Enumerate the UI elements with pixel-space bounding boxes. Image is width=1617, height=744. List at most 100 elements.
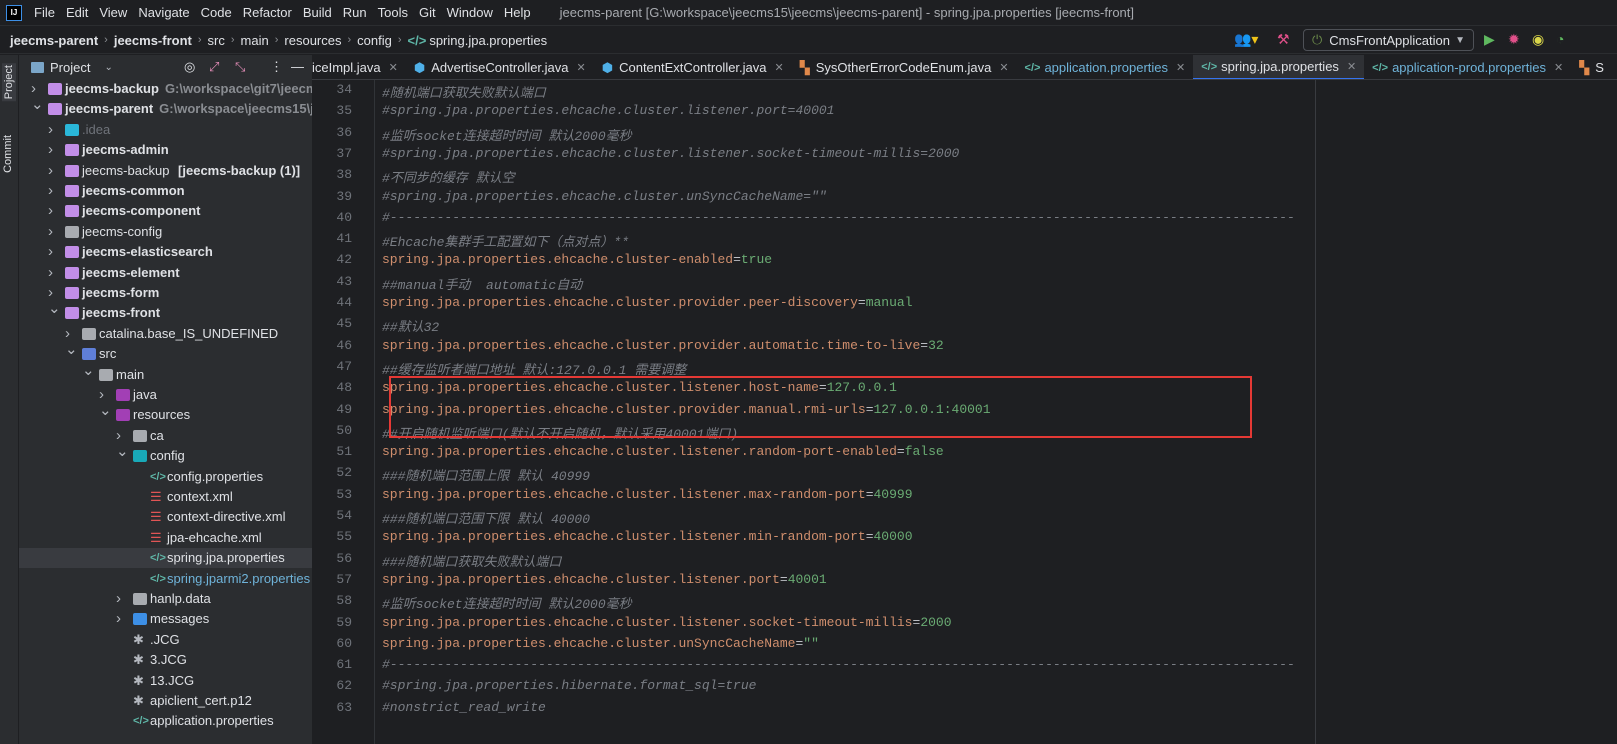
tree-item[interactable]: › java — [19, 385, 312, 405]
menu-item-build[interactable]: Build — [303, 5, 332, 20]
tree-item[interactable]: ⌄ jeecms-front — [19, 300, 312, 323]
locate-icon[interactable]: ◎ — [184, 59, 195, 75]
chevron-right-icon[interactable]: › — [48, 161, 53, 181]
menu-item-edit[interactable]: Edit — [66, 5, 88, 20]
code-line[interactable]: spring.jpa.properties.ehcache.cluster.li… — [382, 487, 913, 502]
code-line[interactable]: ###随机端口范围下限 默认 40000 — [382, 508, 590, 527]
expand-all-icon[interactable]: ⤢ — [209, 59, 219, 75]
tab-application-prod-properties[interactable]: </> application-prod.properties ✕ — [1364, 55, 1571, 79]
chevron-right-icon[interactable]: › — [116, 609, 121, 629]
menu-item-git[interactable]: Git — [419, 5, 436, 20]
tree-item[interactable]: › .idea — [19, 120, 312, 140]
close-icon[interactable]: ✕ — [1176, 61, 1185, 74]
tree-item[interactable]: ⌄ config — [19, 443, 312, 466]
close-icon[interactable]: ✕ — [999, 61, 1008, 74]
tree-item[interactable]: › hanlp.data — [19, 589, 312, 609]
tree-item[interactable]: ⌄ jeecms-parentG:\workspace\jeecms15\jeec… — [19, 96, 312, 119]
chevron-right-icon[interactable]: › — [48, 263, 53, 283]
chevron-down-icon[interactable]: ⌄ — [116, 442, 129, 462]
tree-item[interactable]: ›jeecms-backupG:\workspace\git7\jeecms-p — [19, 79, 312, 99]
chevron-right-icon[interactable]: › — [48, 242, 53, 262]
chevron-down-icon[interactable]: ⌄ — [82, 361, 95, 381]
code-line[interactable]: spring.jpa.properties.ehcache.cluster.pr… — [382, 295, 913, 310]
chevron-right-icon[interactable]: › — [116, 589, 121, 609]
more-options-icon[interactable]: ⋮ — [270, 59, 283, 75]
project-tool-button[interactable]: Project — [2, 63, 16, 102]
code-line[interactable]: spring.jpa.properties.ehcache.cluster.li… — [382, 572, 827, 587]
tree-item[interactable]: ✱ 13.JCG — [19, 671, 312, 691]
tree-item[interactable]: ✱ 3.JCG — [19, 650, 312, 670]
tree-item[interactable]: › messages — [19, 609, 312, 629]
code-line[interactable]: #---------------------------------------… — [382, 210, 1295, 225]
code-line[interactable]: #不同步的缓存 默认空 — [382, 167, 515, 186]
code-line[interactable]: #spring.jpa.properties.ehcache.cluster.u… — [382, 189, 827, 204]
hide-panel-icon[interactable]: — — [291, 59, 304, 74]
tab-application-properties[interactable]: </> application.properties ✕ — [1017, 55, 1194, 79]
chevron-down-icon[interactable]: ⌄ — [65, 340, 78, 360]
code-line[interactable]: spring.jpa.properties.ehcache.cluster.un… — [382, 636, 819, 651]
code-line[interactable]: spring.jpa.properties.ehcache.cluster.li… — [382, 529, 913, 544]
chevron-down-icon[interactable]: ⌄ — [99, 401, 112, 421]
tree-item[interactable]: </> application.properties — [19, 711, 312, 731]
tree-item[interactable]: ✱ .JCG — [19, 630, 312, 650]
code-line[interactable]: spring.jpa.properties.ehcache.cluster.li… — [382, 615, 952, 630]
tab-advertisecontroller-java[interactable]: ⬢ AdvertiseController.java ✕ — [406, 55, 594, 79]
tree-item[interactable]: </> spring.jpa.properties — [19, 548, 312, 569]
commit-tool-button[interactable]: Commit — [2, 135, 14, 173]
breadcrumb-item[interactable]: spring.jpa.properties — [429, 33, 547, 48]
chevron-right-icon[interactable]: › — [48, 181, 53, 201]
tree-item[interactable]: ⌄ src — [19, 341, 312, 364]
run-icon[interactable]: ▶ — [1484, 31, 1495, 48]
tree-item[interactable]: ☰ jpa-ehcache.xml — [19, 528, 312, 548]
breadcrumb-item[interactable]: resources — [284, 33, 341, 48]
tab-spring-jpa-properties[interactable]: </> spring.jpa.properties ✕ — [1193, 55, 1365, 79]
tree-item[interactable]: ✱ apiclient_cert.p12 — [19, 691, 312, 711]
code-line[interactable]: spring.jpa.properties.ehcache.cluster.pr… — [382, 338, 944, 353]
code-line[interactable]: ##默认32 — [382, 316, 439, 335]
run-configuration-select[interactable]: ⏻ CmsFrontApplication ▼ — [1303, 29, 1474, 51]
code-line[interactable]: #nonstrict_read_write — [382, 700, 546, 715]
tree-item[interactable]: › jeecms-config — [19, 222, 312, 242]
code-line[interactable]: #随机端口获取失败默认端口 — [382, 82, 546, 101]
chevron-right-icon[interactable]: › — [48, 120, 53, 140]
tree-item[interactable]: ☰ context.xml — [19, 487, 312, 507]
code-line[interactable]: ##manual手动 automatic自动 — [382, 274, 582, 293]
tree-item[interactable]: ⌄ main — [19, 362, 312, 385]
code-line[interactable]: #---------------------------------------… — [382, 657, 1295, 672]
breadcrumb-item[interactable]: main — [241, 33, 269, 48]
code-line[interactable]: ###随机端口范围上限 默认 40999 — [382, 465, 590, 484]
chevron-down-icon[interactable]: ⌄ — [48, 299, 61, 319]
menu-item-code[interactable]: Code — [201, 5, 232, 20]
tree-item[interactable]: › jeecms-component — [19, 201, 312, 221]
tree-item[interactable]: › jeecms-backup [jeecms-backup (1)] — [19, 161, 312, 181]
collapse-all-icon[interactable]: ⤡ — [235, 59, 245, 75]
breadcrumb-item[interactable]: src — [208, 33, 225, 48]
tree-item[interactable]: › ca — [19, 426, 312, 446]
coverage-icon[interactable]: ◉ — [1532, 31, 1544, 48]
code-line[interactable]: #spring.jpa.properties.ehcache.cluster.l… — [382, 146, 959, 161]
close-icon[interactable]: ✕ — [1554, 61, 1563, 74]
tab-sysothererrorcodeenum-java[interactable]: ▚ SysOtherErrorCodeEnum.java ✕ — [792, 55, 1017, 79]
tab-iceimpl-java[interactable]: iceImpl.java ✕ — [312, 55, 406, 79]
menu-item-view[interactable]: View — [99, 5, 127, 20]
tree-item[interactable]: </> config.properties — [19, 467, 312, 487]
code-line[interactable]: #Ehcache集群手工配置如下（点对点）** — [382, 231, 629, 250]
menu-item-window[interactable]: Window — [447, 5, 493, 20]
code-line[interactable]: #spring.jpa.properties.hibernate.format_… — [382, 678, 756, 693]
code-line[interactable]: #监听socket连接超时时间 默认2000毫秒 — [382, 125, 632, 144]
chevron-right-icon[interactable]: › — [48, 140, 53, 160]
tree-item[interactable]: › jeecms-admin — [19, 140, 312, 160]
close-icon[interactable]: ✕ — [1347, 60, 1356, 73]
menu-item-refactor[interactable]: Refactor — [243, 5, 292, 20]
profile-icon[interactable]: ◔ — [1556, 31, 1564, 47]
tree-item[interactable]: </> spring.jparmi2.properties — [19, 569, 312, 589]
breadcrumb-item[interactable]: jeecms-parent — [10, 33, 98, 48]
tree-item[interactable]: › jeecms-common — [19, 181, 312, 201]
intellij-logo-icon[interactable]: IJ — [6, 4, 22, 21]
tree-item[interactable]: › catalina.base_IS_UNDEFINED — [19, 324, 312, 344]
chevron-right-icon[interactable]: › — [48, 201, 53, 221]
chevron-down-icon[interactable]: ⌄ — [104, 62, 112, 73]
tree-item[interactable]: ⌄ resources — [19, 402, 312, 425]
menu-item-tools[interactable]: Tools — [378, 5, 408, 20]
tree-item[interactable]: › jeecms-form — [19, 283, 312, 303]
